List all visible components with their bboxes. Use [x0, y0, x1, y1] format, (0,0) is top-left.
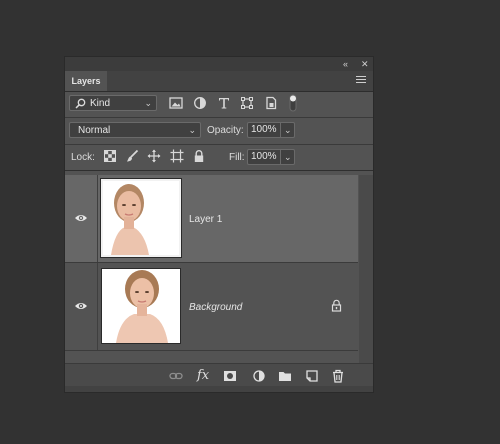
layer-thumbnail[interactable]	[100, 178, 182, 258]
lock-label: Lock:	[71, 152, 95, 163]
bottom-toolbar: fx	[65, 363, 373, 388]
group-folder-icon[interactable]	[278, 369, 292, 383]
eye-icon[interactable]	[74, 301, 88, 311]
chevron-down-icon: ⌄	[188, 125, 196, 135]
chevron-down-icon: ⌄	[144, 98, 152, 108]
fill-dropdown[interactable]: ⌄	[281, 149, 295, 165]
panel-title-bar: « ✕	[65, 57, 373, 71]
layer-thumbnail[interactable]	[101, 268, 181, 344]
panel-tab-bar: Layers	[65, 71, 373, 92]
shape-filter-icon[interactable]	[240, 96, 254, 110]
divider	[65, 170, 373, 171]
smart-object-filter-icon[interactable]	[264, 96, 278, 110]
portrait-thumbnail	[102, 269, 180, 343]
panel-menu-icon[interactable]	[356, 76, 366, 85]
blend-mode-value: Normal	[78, 125, 111, 136]
lock-artboard-icon[interactable]	[170, 149, 184, 163]
opacity-label: Opacity:	[207, 125, 244, 136]
panel-footer	[65, 386, 373, 392]
lock-transparent-icon[interactable]	[103, 149, 117, 163]
layer-filter-select[interactable]: Kind ⌄	[69, 95, 157, 111]
link-layers-icon[interactable]	[169, 369, 183, 383]
chevron-down-icon: ⌄	[284, 152, 292, 162]
layers-panel: « ✕ Layers Kind ⌄ Normal ⌄ Opacity: 100%…	[64, 56, 374, 393]
type-filter-icon[interactable]	[217, 96, 231, 110]
layers-scrollbar[interactable]	[359, 175, 373, 363]
opacity-dropdown[interactable]: ⌄	[281, 122, 295, 138]
new-layer-icon[interactable]	[305, 369, 319, 383]
filter-value: Kind	[90, 98, 111, 109]
lock-image-icon[interactable]	[125, 149, 139, 163]
blend-mode-select[interactable]: Normal ⌄	[69, 122, 201, 138]
layer-name[interactable]: Background	[189, 302, 242, 313]
layer-row-background[interactable]: Background	[65, 263, 358, 351]
layer-row-layer-1[interactable]: Layer 1	[65, 175, 358, 263]
search-icon	[75, 98, 86, 109]
tab-layers[interactable]: Layers	[65, 71, 107, 91]
blend-row: Normal ⌄ Opacity: 100% ⌄	[65, 118, 373, 143]
chevron-down-icon: ⌄	[284, 125, 292, 135]
portrait-thumbnail	[103, 181, 179, 255]
opacity-field[interactable]: 100%	[247, 122, 281, 138]
lock-position-icon[interactable]	[147, 149, 161, 163]
fx-icon[interactable]: fx	[197, 368, 209, 383]
image-filter-icon[interactable]	[169, 96, 183, 110]
layer-name[interactable]: Layer 1	[189, 214, 222, 225]
eye-icon[interactable]	[74, 213, 88, 223]
close-panel-icon[interactable]: ✕	[361, 57, 369, 71]
adjustment-filter-icon[interactable]	[193, 96, 207, 110]
lock-icon	[331, 299, 342, 312]
filter-toggle-icon[interactable]	[287, 94, 299, 112]
lock-all-icon[interactable]	[192, 149, 206, 163]
fill-field[interactable]: 100%	[247, 149, 281, 165]
fill-label: Fill:	[229, 152, 245, 163]
lock-row: Lock: Fill: 100% ⌄	[65, 145, 373, 169]
delete-icon[interactable]	[331, 369, 345, 383]
add-mask-icon[interactable]	[223, 369, 237, 383]
adjustment-layer-icon[interactable]	[252, 369, 266, 383]
collapse-panel-icon[interactable]: «	[343, 57, 348, 71]
filter-row: Kind ⌄	[65, 92, 373, 116]
